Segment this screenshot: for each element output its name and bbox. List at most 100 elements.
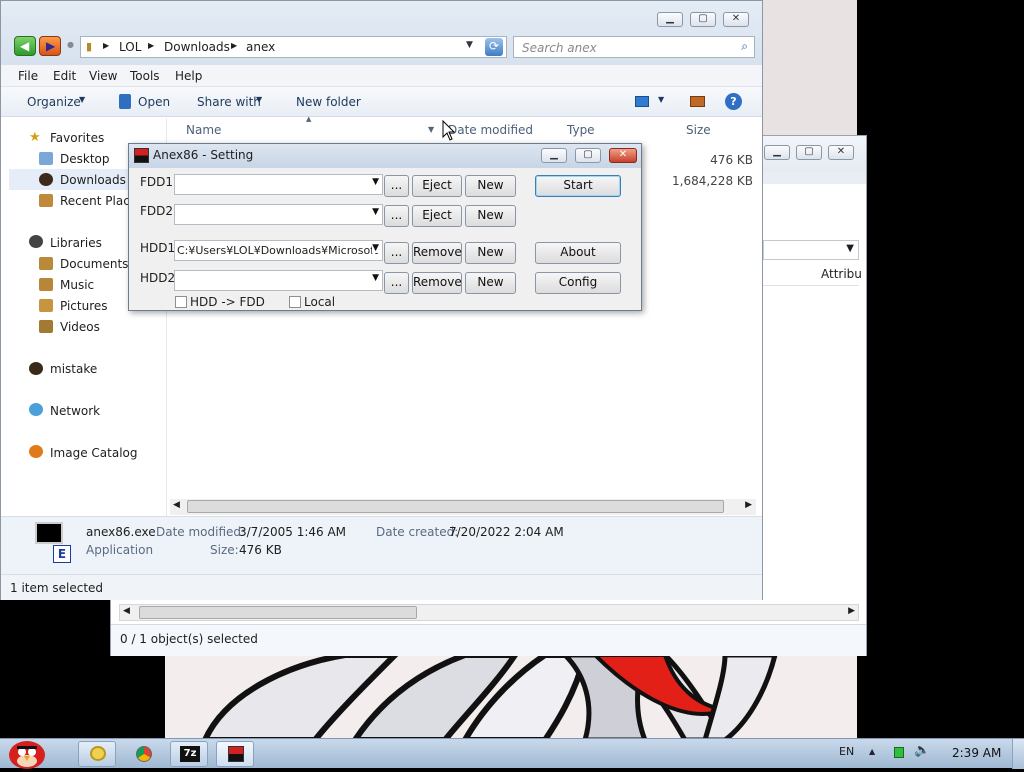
nav-mistake[interactable]: mistake bbox=[50, 362, 97, 376]
chevron-down-icon[interactable]: ▼ bbox=[372, 243, 379, 253]
fdd1-browse-button[interactable]: ... bbox=[384, 175, 409, 197]
start-button[interactable]: Start bbox=[535, 175, 621, 197]
fdd1-label: FDD1 bbox=[140, 175, 174, 189]
scroll-right-icon[interactable]: ▶ bbox=[848, 606, 855, 616]
taskbar-chrome-button[interactable] bbox=[124, 741, 162, 767]
show-hidden-icons-icon[interactable]: ▲ bbox=[869, 747, 875, 756]
taskbar-7zip-button[interactable]: 7z bbox=[170, 741, 208, 767]
scroll-left-icon[interactable]: ◀ bbox=[173, 500, 180, 510]
menu-edit[interactable]: Edit bbox=[53, 69, 76, 83]
view-options-icon[interactable] bbox=[635, 96, 649, 107]
volume-icon[interactable]: 🔈 bbox=[914, 743, 930, 758]
network-tray-icon[interactable] bbox=[894, 747, 904, 758]
user-folder-icon bbox=[29, 362, 43, 375]
fdd2-browse-button[interactable]: ... bbox=[384, 205, 409, 227]
desktop-icon bbox=[39, 152, 53, 165]
chevron-down-icon[interactable]: ▼ bbox=[466, 40, 473, 50]
column-header-name[interactable]: Name bbox=[186, 118, 221, 142]
nav-image-catalog[interactable]: Image Catalog bbox=[50, 446, 137, 460]
hdd1-remove-button[interactable]: Remove bbox=[412, 242, 462, 264]
breadcrumb-item[interactable]: anex bbox=[246, 40, 275, 54]
fdd2-eject-button[interactable]: Eject bbox=[412, 205, 462, 227]
nav-favorites[interactable]: Favorites bbox=[50, 131, 104, 145]
maximize-button[interactable]: ▢ bbox=[575, 148, 601, 163]
nav-music[interactable]: Music bbox=[60, 278, 94, 292]
horizontal-scrollbar[interactable]: ◀ ▶ bbox=[119, 604, 859, 621]
start-button[interactable] bbox=[2, 733, 48, 769]
share-with-button[interactable]: Share with bbox=[197, 95, 261, 109]
minimize-button[interactable]: ▁ bbox=[541, 148, 567, 163]
config-button[interactable]: Config bbox=[535, 272, 621, 294]
preview-pane-icon[interactable] bbox=[690, 96, 705, 107]
fdd1-new-button[interactable]: New bbox=[465, 175, 516, 197]
chevron-down-icon[interactable]: ▼ bbox=[372, 207, 379, 217]
taskbar-explorer-button[interactable] bbox=[78, 741, 116, 767]
menu-view[interactable]: View bbox=[89, 69, 117, 83]
hdd2-new-button[interactable]: New bbox=[465, 272, 516, 294]
scrollbar-thumb[interactable] bbox=[187, 500, 724, 513]
hdd-to-fdd-checkbox[interactable] bbox=[175, 296, 187, 308]
chevron-down-icon[interactable]: ▼ bbox=[428, 125, 434, 134]
close-button[interactable]: ✕ bbox=[609, 148, 637, 163]
organize-button[interactable]: Organize bbox=[27, 95, 81, 109]
menu-file[interactable]: File bbox=[18, 69, 38, 83]
breadcrumb-item[interactable]: LOL bbox=[119, 40, 141, 54]
maximize-button[interactable]: ▢ bbox=[690, 12, 716, 27]
chevron-down-icon[interactable]: ▼ bbox=[658, 95, 664, 104]
hdd1-browse-button[interactable]: ... bbox=[384, 242, 409, 264]
minimize-button[interactable]: ▁ bbox=[764, 145, 790, 160]
menu-help[interactable]: Help bbox=[175, 69, 202, 83]
fdd1-eject-button[interactable]: Eject bbox=[412, 175, 462, 197]
open-button[interactable]: Open bbox=[138, 95, 170, 109]
about-button[interactable]: About bbox=[535, 242, 621, 264]
hdd1-combo[interactable]: C:¥Users¥LOL¥Downloads¥Microsoft ▼ bbox=[174, 240, 383, 261]
recent-pages-icon[interactable]: ● bbox=[67, 40, 74, 49]
refresh-icon[interactable]: ⟳ bbox=[485, 38, 503, 56]
back-button[interactable]: ◀ bbox=[14, 36, 36, 56]
hdd2-combo[interactable]: ▼ bbox=[174, 270, 383, 291]
nav-pictures[interactable]: Pictures bbox=[60, 299, 108, 313]
column-header-size[interactable]: Size bbox=[686, 118, 711, 142]
forward-button[interactable]: ▶ bbox=[39, 36, 61, 56]
new-folder-button[interactable]: New folder bbox=[296, 95, 361, 109]
minimize-button[interactable]: ▁ bbox=[657, 12, 683, 27]
close-button[interactable]: ✕ bbox=[723, 12, 749, 27]
show-desktop-button[interactable] bbox=[1012, 739, 1024, 769]
scroll-left-icon[interactable]: ◀ bbox=[123, 606, 130, 616]
breadcrumb-arrow-icon: ▶ bbox=[103, 41, 110, 50]
search-input[interactable]: Search anex ⌕ bbox=[513, 36, 755, 58]
local-checkbox[interactable] bbox=[289, 296, 301, 308]
horizontal-scrollbar[interactable]: ◀ ▶ bbox=[170, 499, 756, 515]
scroll-right-icon[interactable]: ▶ bbox=[745, 500, 752, 510]
nav-documents[interactable]: Documents bbox=[60, 257, 128, 271]
column-header-date-modified[interactable]: Date modified bbox=[448, 118, 533, 142]
nav-libraries[interactable]: Libraries bbox=[50, 236, 102, 250]
column-header-type[interactable]: Type bbox=[567, 118, 595, 142]
chevron-down-icon[interactable]: ▼ bbox=[372, 177, 379, 187]
language-indicator[interactable]: EN bbox=[839, 745, 854, 758]
nav-videos[interactable]: Videos bbox=[60, 320, 100, 334]
address-bar[interactable]: ▮ ▶ LOL ▶ Downloads ▶ anex ▼ ⟳ bbox=[80, 36, 507, 58]
maximize-button[interactable]: ▢ bbox=[796, 145, 822, 160]
breadcrumb-item[interactable]: Downloads bbox=[164, 40, 230, 54]
nav-desktop[interactable]: Desktop bbox=[60, 152, 110, 166]
dropdown[interactable]: ▼ bbox=[763, 240, 859, 260]
nav-network[interactable]: Network bbox=[50, 404, 100, 418]
anex86-setting-dialog: Anex86 - Setting ▁ ▢ ✕ FDD1 ▼ ... Eject … bbox=[128, 143, 642, 311]
hdd2-remove-button[interactable]: Remove bbox=[412, 272, 462, 294]
column-header-attributes[interactable]: Attribu bbox=[763, 262, 862, 286]
fdd2-combo[interactable]: ▼ bbox=[174, 204, 383, 225]
close-button[interactable]: ✕ bbox=[828, 145, 854, 160]
hdd2-browse-button[interactable]: ... bbox=[384, 272, 409, 294]
fdd2-new-button[interactable]: New bbox=[465, 205, 516, 227]
nav-downloads[interactable]: Downloads bbox=[60, 173, 126, 187]
menu-tools[interactable]: Tools bbox=[130, 69, 160, 83]
hdd1-new-button[interactable]: New bbox=[465, 242, 516, 264]
taskbar-anex86-button[interactable] bbox=[216, 741, 254, 767]
scrollbar-thumb[interactable] bbox=[139, 606, 417, 619]
clock[interactable]: 2:39 AM bbox=[952, 746, 1001, 760]
chevron-down-icon[interactable]: ▼ bbox=[372, 273, 379, 283]
help-icon[interactable]: ? bbox=[725, 93, 742, 110]
fdd1-combo[interactable]: ▼ bbox=[174, 174, 383, 195]
search-icon[interactable]: ⌕ bbox=[741, 39, 748, 54]
